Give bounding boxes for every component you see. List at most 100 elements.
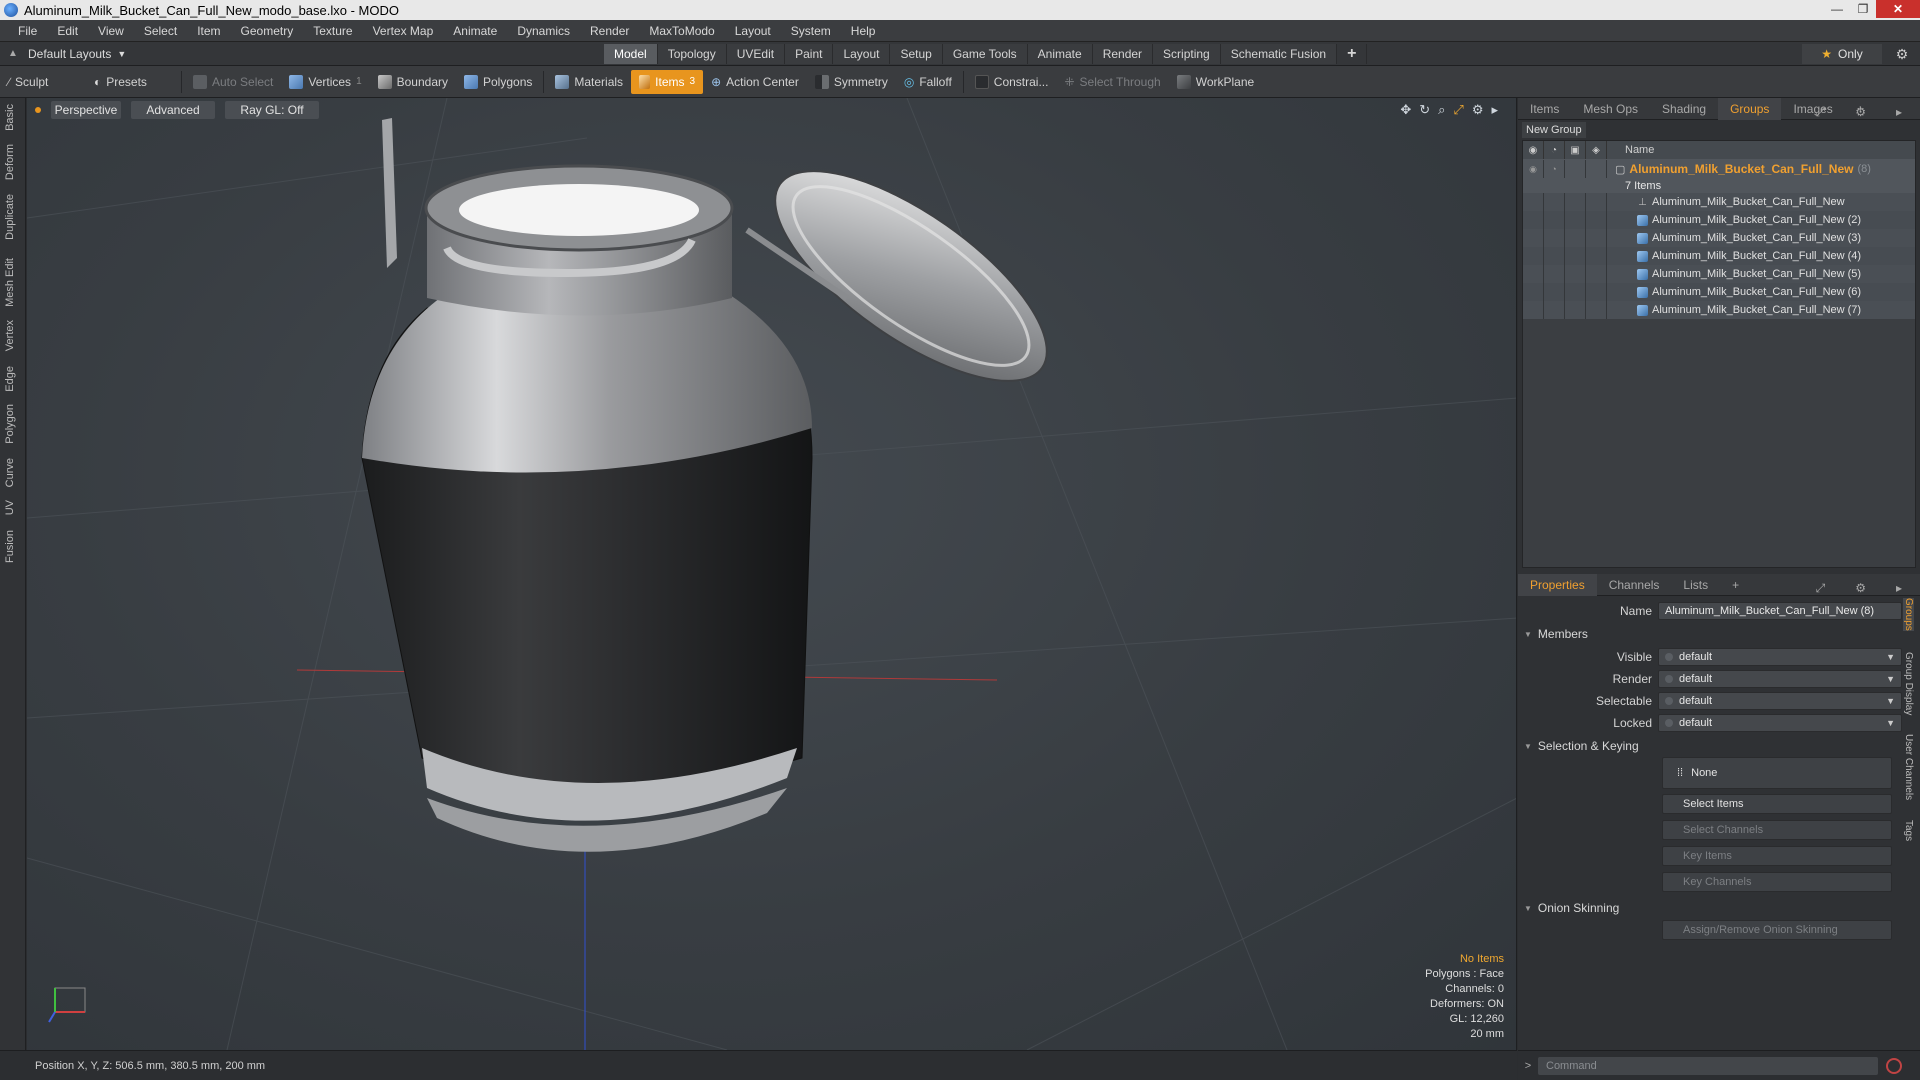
- tab-topology[interactable]: Topology: [657, 44, 727, 64]
- vertices-button[interactable]: Vertices 1: [281, 70, 369, 94]
- pan-icon[interactable]: ✥: [1400, 102, 1411, 118]
- list-item[interactable]: Aluminum_Milk_Bucket_Can_Full_New (4): [1523, 247, 1915, 265]
- menu-layout[interactable]: Layout: [725, 24, 781, 38]
- gear-icon[interactable]: ⚙: [1892, 44, 1912, 64]
- tab-animate[interactable]: Animate: [1027, 44, 1093, 64]
- tab-uvedit[interactable]: UVEdit: [726, 44, 786, 64]
- tab-fusion[interactable]: Fusion: [4, 530, 16, 563]
- tab-setup[interactable]: Setup: [890, 44, 943, 64]
- visible-dropdown[interactable]: default ▼: [1658, 648, 1902, 666]
- menu-geometry[interactable]: Geometry: [231, 24, 304, 38]
- tab-polygon[interactable]: Polygon: [4, 404, 16, 444]
- minimize-button[interactable]: —: [1824, 0, 1850, 18]
- symmetry-button[interactable]: Symmetry: [807, 70, 896, 94]
- list-item[interactable]: Aluminum_Milk_Bucket_Can_Full_New (6): [1523, 283, 1915, 301]
- menu-system[interactable]: System: [781, 24, 841, 38]
- tab-duplicate[interactable]: Duplicate: [4, 194, 16, 240]
- view-mode-button[interactable]: Perspective: [51, 101, 121, 119]
- select-items-button[interactable]: Select Items: [1662, 794, 1892, 814]
- panel-gear-icon[interactable]: ⚙: [1843, 101, 1878, 123]
- onion-skinning-button[interactable]: Assign/Remove Onion Skinning: [1662, 920, 1892, 940]
- menu-help[interactable]: Help: [841, 24, 886, 38]
- only-button[interactable]: ★ Only: [1802, 44, 1882, 64]
- layout-selector[interactable]: ▲ Default Layouts ▼: [8, 47, 126, 61]
- panel-arrow-icon[interactable]: ▸: [1884, 101, 1914, 123]
- falloff-button[interactable]: ◎ Falloff: [896, 70, 960, 94]
- eye-icon[interactable]: ◉: [1523, 141, 1544, 159]
- polygons-button[interactable]: Polygons: [456, 70, 540, 94]
- action-center-button[interactable]: ⊕ Action Center: [703, 70, 807, 94]
- menu-vertex-map[interactable]: Vertex Map: [363, 24, 444, 38]
- expand-icon[interactable]: ⤢: [1804, 101, 1838, 123]
- menu-view[interactable]: View: [88, 24, 134, 38]
- auto-select-button[interactable]: Auto Select: [185, 70, 281, 94]
- tab-layout[interactable]: Layout: [833, 44, 891, 64]
- key-channels-button[interactable]: Key Channels: [1662, 872, 1892, 892]
- tab-user-channels[interactable]: User Channels: [1903, 734, 1914, 800]
- materials-button[interactable]: Materials: [547, 70, 631, 94]
- render-toggle[interactable]: ◔: [1544, 160, 1565, 178]
- menu-item[interactable]: Item: [187, 24, 230, 38]
- raygl-button[interactable]: Ray GL: Off: [225, 101, 319, 119]
- tab-vertex[interactable]: Vertex: [4, 320, 16, 351]
- tab-shading[interactable]: Shading: [1650, 98, 1718, 120]
- tab-tags[interactable]: Tags: [1903, 820, 1914, 841]
- group-row[interactable]: ◉ ◔ ▢ Aluminum_Milk_Bucket_Can_Full_New (…: [1523, 159, 1915, 179]
- command-input[interactable]: Command: [1538, 1056, 1878, 1075]
- viewport-gear-icon[interactable]: ⚙: [1472, 102, 1484, 118]
- tab-uv[interactable]: UV: [4, 500, 16, 515]
- locked-dropdown[interactable]: default ▼: [1658, 714, 1902, 732]
- tab-items[interactable]: Items: [1518, 98, 1571, 120]
- tab-schematic-fusion[interactable]: Schematic Fusion: [1220, 44, 1338, 64]
- menu-file[interactable]: File: [8, 24, 47, 38]
- tab-mesh-ops[interactable]: Mesh Ops: [1571, 98, 1650, 120]
- list-item[interactable]: Aluminum_Milk_Bucket_Can_Full_New (7): [1523, 301, 1915, 319]
- menu-animate[interactable]: Animate: [443, 24, 507, 38]
- command-history-icon[interactable]: [1886, 1057, 1902, 1074]
- workplane-button[interactable]: WorkPlane: [1169, 70, 1262, 94]
- tab-basic[interactable]: Basic: [4, 104, 16, 131]
- advanced-button[interactable]: Advanced: [131, 101, 215, 119]
- 3d-viewport[interactable]: Perspective Advanced Ray GL: Off ✥ ↻ ⌕ ⤢…: [27, 98, 1517, 1050]
- menu-dynamics[interactable]: Dynamics: [507, 24, 580, 38]
- menu-edit[interactable]: Edit: [47, 24, 88, 38]
- rotate-icon[interactable]: ↻: [1419, 102, 1430, 118]
- constraints-button[interactable]: Constrai...: [967, 70, 1057, 94]
- presets-button[interactable]: ◐ Presets: [86, 70, 178, 94]
- tab-render[interactable]: Render: [1092, 44, 1154, 64]
- list-item[interactable]: Aluminum_Milk_Bucket_Can_Full_New (2): [1523, 211, 1915, 229]
- viewport-menu-dot-icon[interactable]: [35, 107, 41, 113]
- tab-edge[interactable]: Edge: [4, 366, 16, 392]
- tab-deform[interactable]: Deform: [4, 144, 16, 180]
- render-icon[interactable]: ◔: [1544, 141, 1565, 159]
- select-toggle[interactable]: [1586, 160, 1607, 178]
- selectable-dropdown[interactable]: default ▼: [1658, 692, 1902, 710]
- tab-curve[interactable]: Curve: [4, 458, 16, 487]
- tab-groups-side[interactable]: Groups: [1903, 598, 1914, 631]
- tab-scripting[interactable]: Scripting: [1153, 44, 1221, 64]
- items-button[interactable]: Items 3: [631, 69, 704, 94]
- new-group-button[interactable]: New Group: [1522, 122, 1586, 138]
- menu-select[interactable]: Select: [134, 24, 187, 38]
- tab-mesh-edit[interactable]: Mesh Edit: [4, 258, 16, 307]
- tab-paint[interactable]: Paint: [785, 44, 834, 64]
- collapse-arrow-icon[interactable]: ▲: [8, 48, 22, 59]
- list-item[interactable]: ⊥ Aluminum_Milk_Bucket_Can_Full_New: [1523, 193, 1915, 211]
- zoom-icon[interactable]: ⌕: [1438, 102, 1445, 118]
- onion-skinning-section[interactable]: ▼ Onion Skinning: [1524, 900, 1619, 916]
- key-items-button[interactable]: Key Items: [1662, 846, 1892, 866]
- lock-icon[interactable]: ▣: [1565, 141, 1586, 159]
- render-dropdown[interactable]: default ▼: [1658, 670, 1902, 688]
- name-field[interactable]: Aluminum_Milk_Bucket_Can_Full_New (8): [1658, 602, 1902, 620]
- menu-maxtomodo[interactable]: MaxToModo: [639, 24, 724, 38]
- close-button[interactable]: ✕: [1876, 0, 1920, 18]
- tab-groups[interactable]: Groups: [1718, 97, 1782, 120]
- none-button[interactable]: ⁞⁞ None: [1662, 757, 1892, 789]
- maximize-button[interactable]: ❐: [1850, 0, 1876, 18]
- visibility-toggle[interactable]: ◉: [1523, 160, 1544, 178]
- menu-render[interactable]: Render: [580, 24, 639, 38]
- tab-model[interactable]: Model: [604, 44, 658, 64]
- members-section[interactable]: ▼ Members: [1524, 626, 1588, 642]
- selection-keying-section[interactable]: ▼ Selection & Keying: [1524, 738, 1639, 754]
- boundary-button[interactable]: Boundary: [370, 70, 456, 94]
